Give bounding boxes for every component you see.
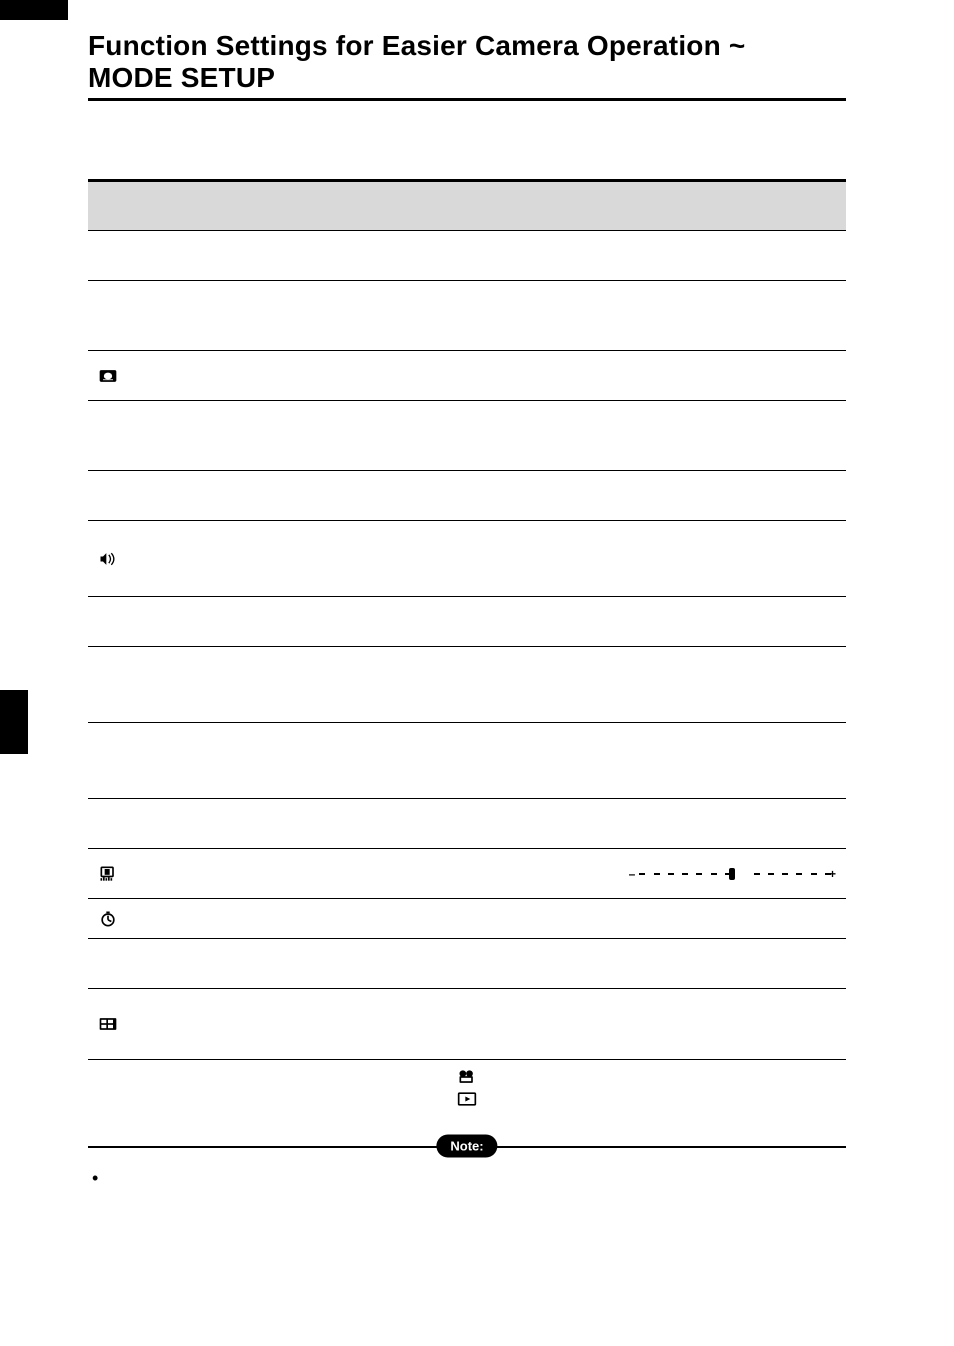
cell-purpose [331,401,619,471]
table-row [88,231,846,281]
cell-function [88,939,331,989]
cell-purpose [331,597,619,647]
cell-function [88,849,331,899]
cell-purpose [331,281,619,351]
table-row: –+ [88,849,846,899]
slider-track [639,868,825,880]
cell-purpose [331,471,619,521]
sound-icon [98,551,118,567]
cell-default [619,647,846,723]
lcd-icon [98,866,118,882]
cell-default [619,799,846,849]
cell-function [88,471,331,521]
cell-default [619,401,846,471]
footnote-line-2 [88,1088,846,1110]
cell-default [619,521,846,597]
cell-default [619,231,846,281]
note-label: Note: [450,1138,483,1153]
cell-function [88,231,331,281]
cell-purpose [331,647,619,723]
table-row [88,401,846,471]
slider-knob [729,868,735,880]
cell-purpose [331,723,619,799]
content-area: Function Settings for Easier Camera Oper… [88,0,846,1187]
edge-marker-side [0,690,28,754]
cell-default: –+ [619,849,846,899]
cell-purpose [331,849,619,899]
cell-function [88,281,331,351]
table-row [88,647,846,723]
table-row [88,899,846,939]
cell-default [619,939,846,989]
table-row [88,989,846,1059]
spacer [88,119,846,179]
footnote-line-1 [88,1066,846,1088]
cell-purpose [331,231,619,281]
slider-minus: – [629,867,636,881]
cell-default [619,281,846,351]
note-item [92,1166,846,1187]
table-footnote [88,1059,846,1110]
note-divider: Note: [88,1132,846,1160]
cell-function [88,899,331,939]
recview-icon [98,368,118,384]
title-line-1: Function Settings for Easier Camera Oper… [88,30,745,61]
cell-function [88,989,331,1059]
table-row [88,521,846,597]
table-row [88,597,846,647]
cell-default [619,899,846,939]
movie-icon [457,1069,477,1085]
cell-default [619,723,846,799]
cell-purpose [331,899,619,939]
cell-default [619,597,846,647]
table-row [88,281,846,351]
cell-function [88,597,331,647]
cell-default [619,471,846,521]
edge-marker-top [0,0,68,20]
title-line-2: MODE SETUP [88,62,275,93]
cell-purpose [331,521,619,597]
slider-graphic: –+ [629,867,836,881]
options-table: –+ [88,179,846,1059]
cell-function [88,799,331,849]
title-rule [88,98,846,101]
cell-function [88,521,331,597]
note-pill: Note: [436,1134,497,1157]
cell-purpose [331,799,619,849]
cell-default [619,989,846,1059]
cell-function [88,647,331,723]
table-row [88,939,846,989]
timer-icon [98,911,118,927]
cell-default [619,351,846,401]
page-title: Function Settings for Easier Camera Oper… [88,30,846,94]
table-row [88,471,846,521]
cell-function [88,351,331,401]
table-header-row [88,181,846,231]
fulltime-icon [98,1016,118,1032]
table-row [88,799,846,849]
page-root: Function Settings for Easier Camera Oper… [0,0,954,1346]
note-list [92,1166,846,1187]
table-row [88,723,846,799]
cell-purpose [331,989,619,1059]
play-icon [457,1091,477,1107]
table-header-cell [88,181,846,231]
cell-function [88,401,331,471]
cell-purpose [331,351,619,401]
cell-function [88,723,331,799]
cell-purpose [331,939,619,989]
table-row [88,351,846,401]
